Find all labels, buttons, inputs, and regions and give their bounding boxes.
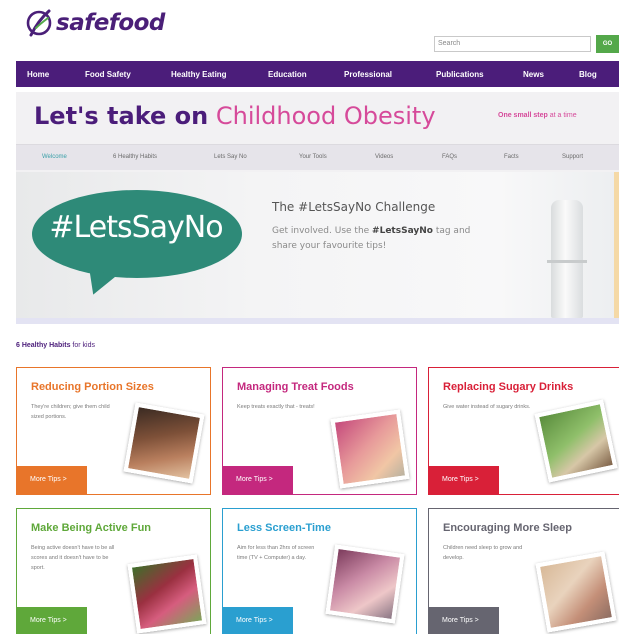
habit-card-managing-treat-foods[interactable]: Managing Treat Foods Keep treats exactly … xyxy=(222,367,417,495)
safefood-logo[interactable]: safefood xyxy=(24,6,165,40)
nav-item-healthy-eating[interactable]: Healthy Eating xyxy=(171,70,227,79)
child-screen-photo xyxy=(325,544,405,624)
habit-card-description: Keep treats exactly that - treats! xyxy=(237,404,315,410)
subtab-facts[interactable]: Facts xyxy=(504,154,519,160)
campaign-subnav: Welcome 6 Healthy Habits Lets Say No You… xyxy=(16,144,619,170)
child-smiling-photo xyxy=(330,409,410,489)
tagline-bold: One small step xyxy=(498,112,548,119)
habit-card-title[interactable]: Managing Treat Foods xyxy=(237,381,354,393)
habits-heading-rest: for kids xyxy=(70,342,95,349)
nav-item-education[interactable]: Education xyxy=(268,70,307,79)
challenge-text: Get involved. Use the #LetsSayNo tag and… xyxy=(272,224,492,254)
habits-heading: 6 Healthy Habits for kids xyxy=(16,342,95,349)
habits-heading-bold: 6 Healthy Habits xyxy=(16,342,71,349)
page: safefood Search GO Home Food Safety Heal… xyxy=(0,0,619,634)
more-tips-button[interactable]: More Tips > xyxy=(17,607,87,634)
nav-item-home[interactable]: Home xyxy=(27,70,49,79)
habit-card-replacing-sugary-drinks[interactable]: Replacing Sugary Drinks Give water instea… xyxy=(428,367,619,495)
more-tips-button[interactable]: More Tips > xyxy=(223,466,293,494)
search-go-button[interactable]: GO xyxy=(596,35,619,53)
habit-card-less-screen-time[interactable]: Less Screen-Time Aim for less than 2hrs o… xyxy=(222,508,417,634)
tagline-rest: at a time xyxy=(547,112,577,119)
bottle-band xyxy=(547,260,587,263)
child-sleeping-photo xyxy=(535,551,617,633)
habit-card-make-being-active-fun[interactable]: Make Being Active Fun Being active doesn'… xyxy=(16,508,211,634)
habit-card-reducing-portion-sizes[interactable]: Reducing Portion Sizes They're children; … xyxy=(16,367,211,495)
bottle-image xyxy=(551,200,583,318)
search-input[interactable]: Search xyxy=(434,36,591,52)
subtab-6-healthy-habits[interactable]: 6 Healthy Habits xyxy=(113,154,157,160)
more-tips-button[interactable]: More Tips > xyxy=(223,607,293,634)
subtab-lets-say-no[interactable]: Lets Say No xyxy=(214,154,247,160)
nav-item-news[interactable]: News xyxy=(523,70,544,79)
subtab-welcome[interactable]: Welcome xyxy=(42,154,67,160)
nav-item-food-safety[interactable]: Food Safety xyxy=(85,70,131,79)
more-tips-button[interactable]: More Tips > xyxy=(17,466,87,494)
main-nav: Home Food Safety Healthy Eating Educatio… xyxy=(16,61,619,87)
speech-bubble-text: #LetsSayNo xyxy=(49,210,223,245)
headline-bold: Let's take on xyxy=(34,102,209,130)
nav-item-professional[interactable]: Professional xyxy=(344,70,392,79)
habit-card-description: Being active doesn't have to be all scor… xyxy=(31,545,115,571)
habit-card-description: Aim for less than 2hrs of screen time (T… xyxy=(237,545,315,561)
headline-accent: Childhood Obesity xyxy=(215,102,436,130)
habit-card-description: Children need sleep to grow and develop. xyxy=(443,545,523,561)
hero-edge-strip xyxy=(614,172,619,324)
habit-card-title[interactable]: Replacing Sugary Drinks xyxy=(443,381,573,393)
campaign-tagline: One small step at a time xyxy=(498,112,577,119)
challenge-hashtag: #LetsSayNo xyxy=(372,226,433,236)
campaign-headline: Let's take on Childhood Obesity xyxy=(34,102,436,130)
child-eating-photo xyxy=(123,402,205,484)
campaign-banner: Let's take on Childhood Obesity One smal… xyxy=(16,92,619,324)
child-drinking-photo xyxy=(534,399,618,483)
habit-card-encouraging-more-sleep[interactable]: Encouraging More Sleep Children need slee… xyxy=(428,508,619,634)
habit-card-title[interactable]: Less Screen-Time xyxy=(237,522,331,534)
hero-bottom-strip xyxy=(16,318,619,324)
subtab-your-tools[interactable]: Your Tools xyxy=(299,154,327,160)
more-tips-button[interactable]: More Tips > xyxy=(429,607,499,634)
subtab-videos[interactable]: Videos xyxy=(375,154,393,160)
habit-card-title[interactable]: Reducing Portion Sizes xyxy=(31,381,154,393)
challenge-text-before: Get involved. Use the xyxy=(272,226,373,236)
nav-item-publications[interactable]: Publications xyxy=(436,70,484,79)
challenge-title: The #LetsSayNo Challenge xyxy=(272,200,436,214)
nav-item-blog[interactable]: Blog xyxy=(579,70,597,79)
child-cycling-photo xyxy=(127,554,207,634)
logo-mark-icon xyxy=(26,9,52,37)
subtab-support[interactable]: Support xyxy=(562,154,583,160)
hero-lets-say-no[interactable]: #LetsSayNo The #LetsSayNo Challenge Get … xyxy=(16,172,619,324)
subtab-faqs[interactable]: FAQs xyxy=(442,154,457,160)
habit-card-description: Give water instead of sugary drinks. xyxy=(443,404,531,410)
more-tips-button[interactable]: More Tips > xyxy=(429,466,499,494)
brand-name: safefood xyxy=(56,10,165,36)
habit-card-description: They're children; give them child sized … xyxy=(31,404,110,420)
habit-card-title[interactable]: Encouraging More Sleep xyxy=(443,522,572,534)
habit-card-title[interactable]: Make Being Active Fun xyxy=(31,522,151,534)
